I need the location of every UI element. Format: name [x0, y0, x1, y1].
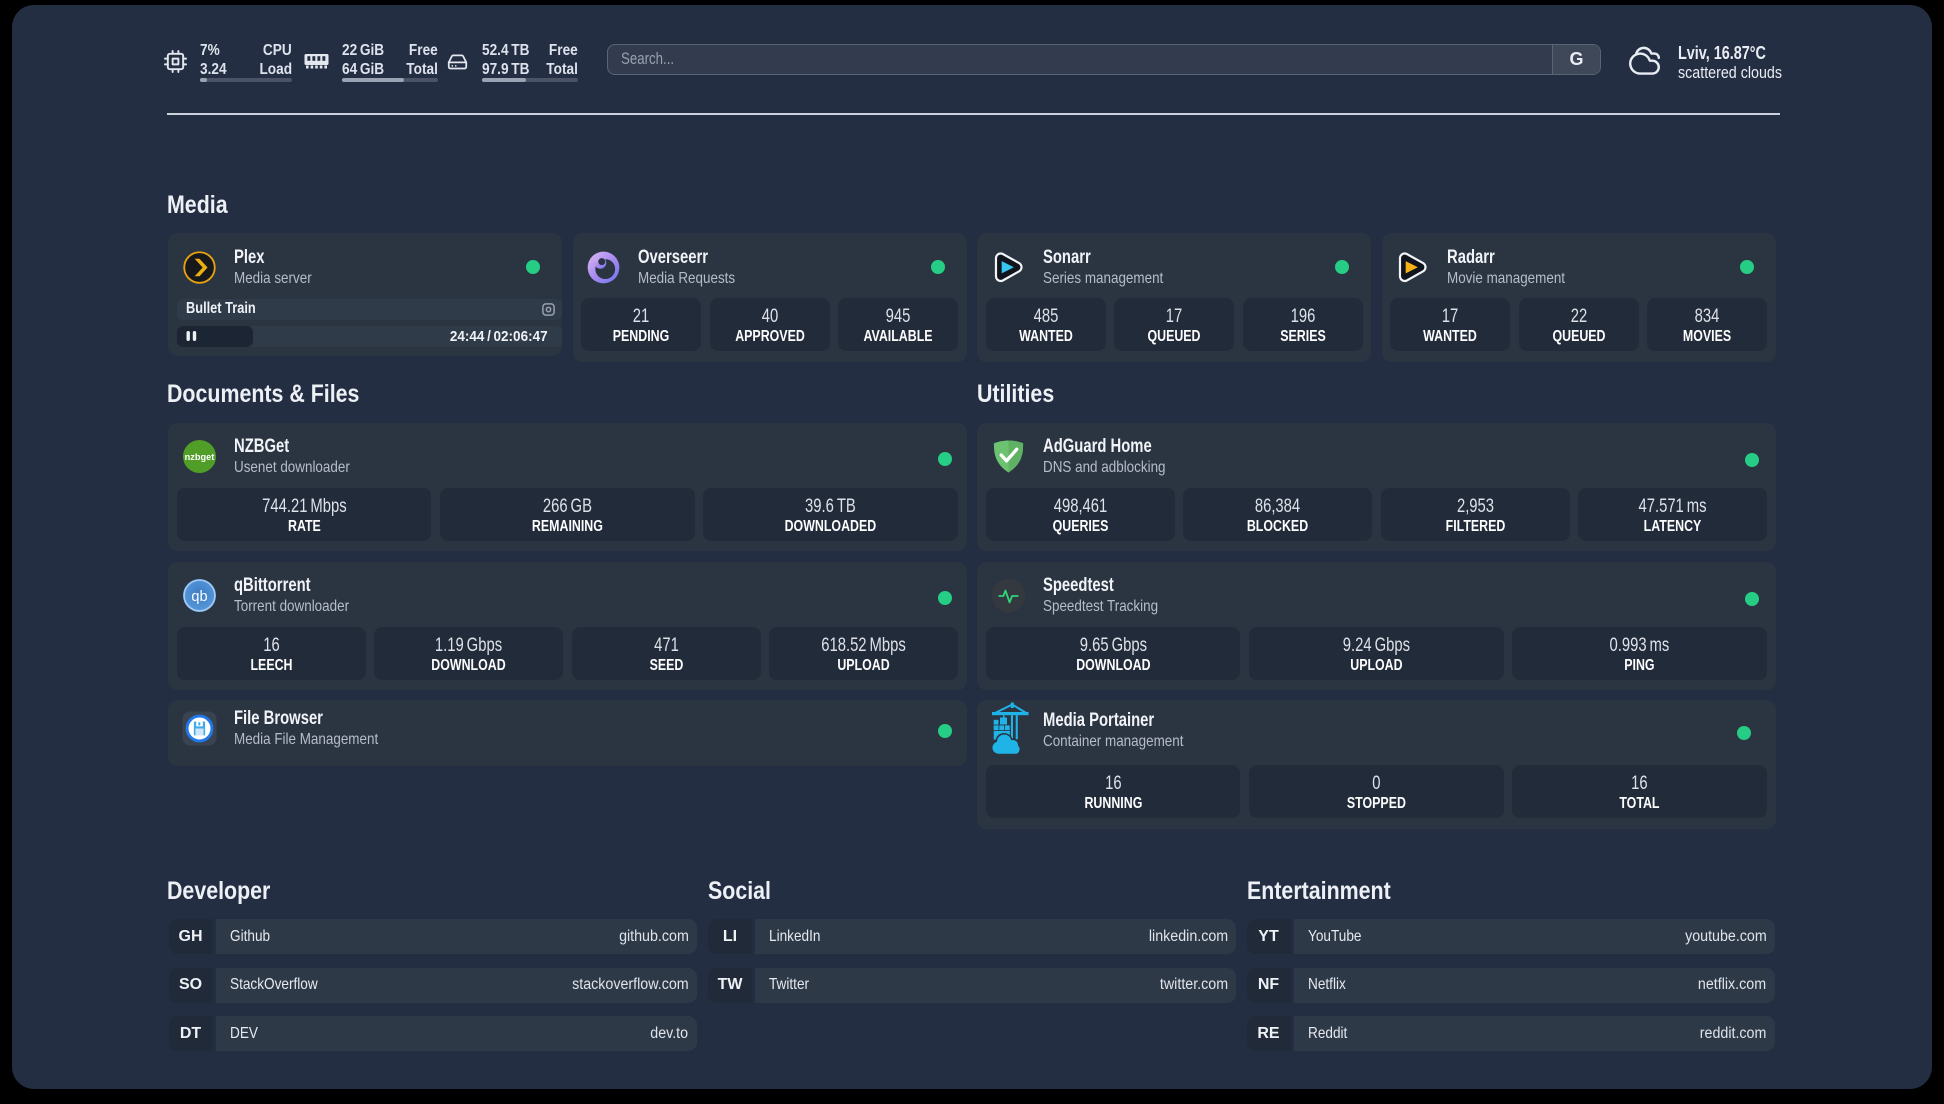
svg-text:nzbget: nzbget: [184, 452, 214, 462]
svg-text:qb: qb: [191, 589, 207, 605]
